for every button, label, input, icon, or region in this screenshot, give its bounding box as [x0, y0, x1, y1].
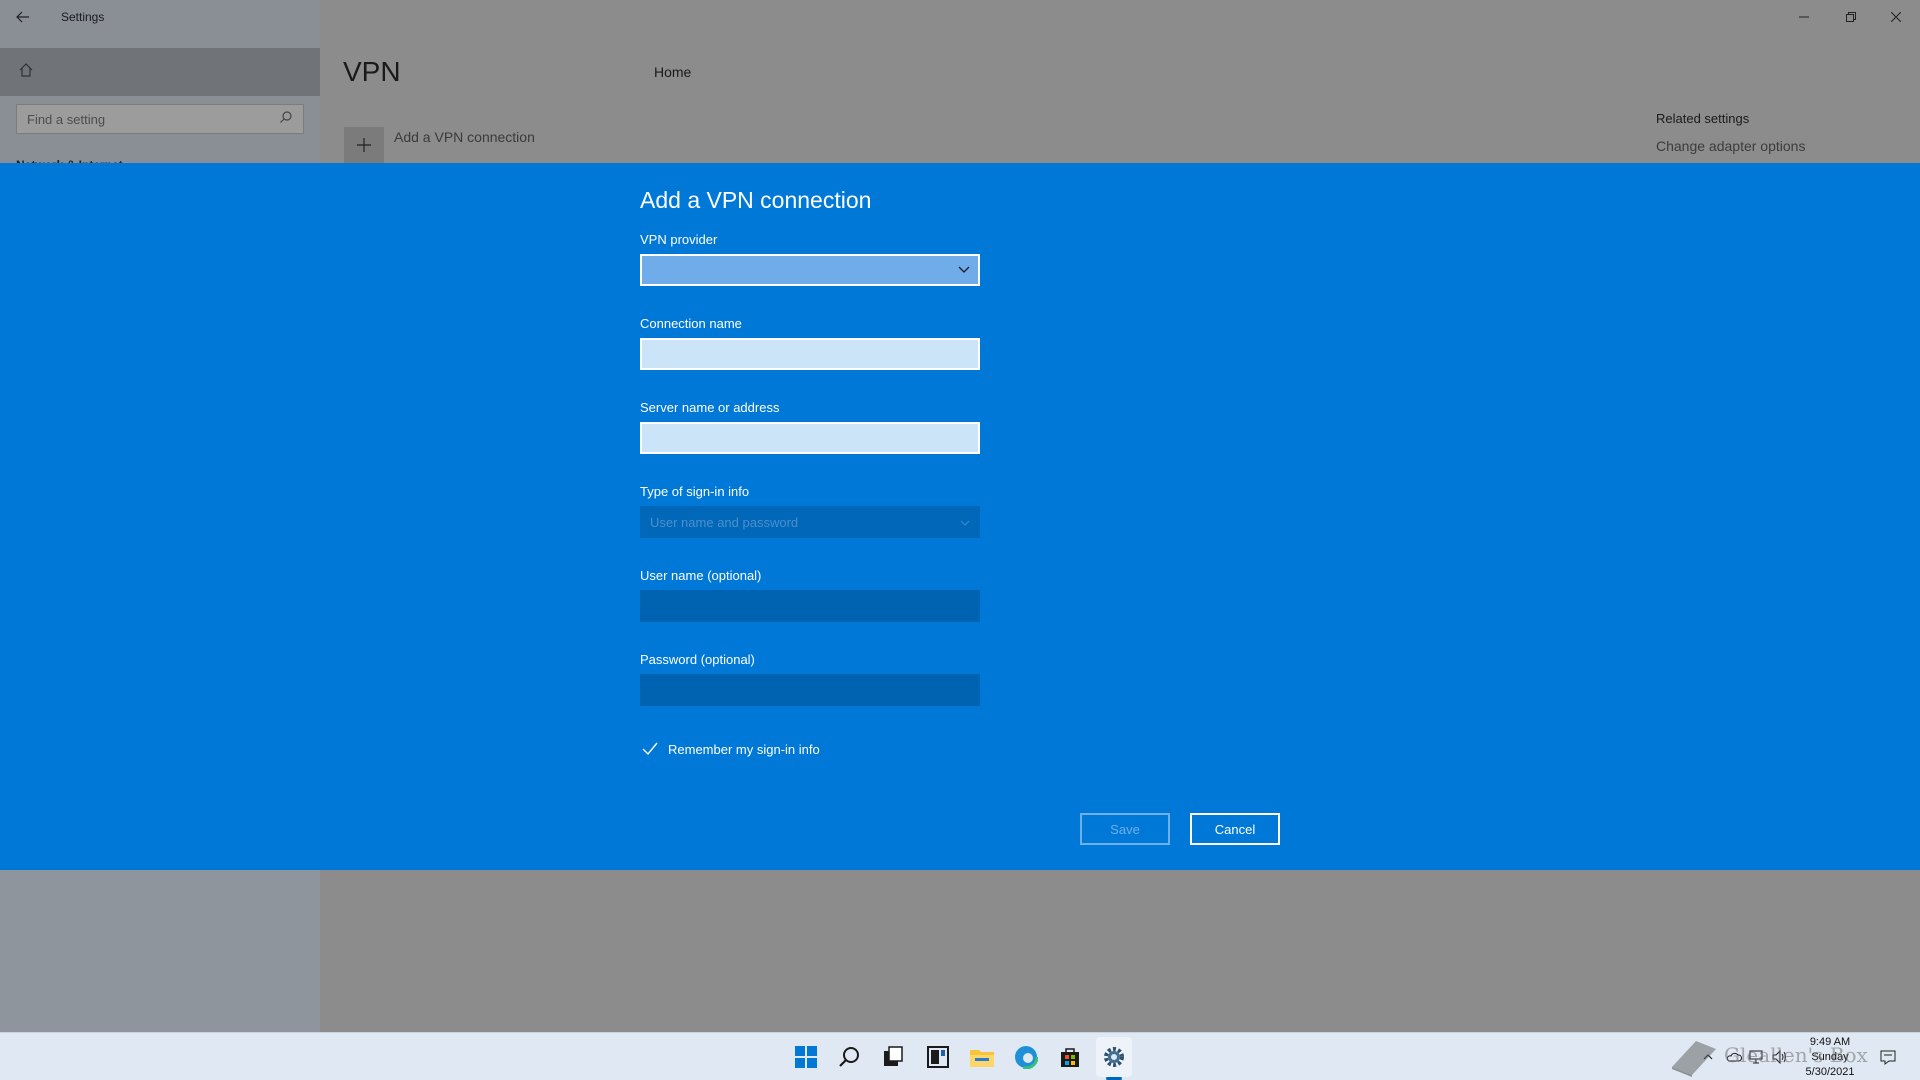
settings-gear-icon[interactable]	[1098, 1041, 1130, 1073]
signin-type-label: Type of sign-in info	[640, 484, 750, 499]
signin-type-dropdown[interactable]: User name and password	[640, 506, 980, 538]
sidebar-lower-area	[0, 870, 320, 1032]
search-icon[interactable]	[834, 1041, 866, 1073]
checkmark-icon	[640, 739, 660, 759]
server-address-label: Server name or address	[640, 400, 780, 415]
username-label: User name (optional)	[640, 568, 762, 583]
restore-button[interactable]	[1840, 6, 1862, 28]
restore-icon	[1846, 12, 1856, 22]
back-arrow-icon	[16, 11, 29, 23]
password-input[interactable]	[640, 674, 980, 706]
close-icon	[1891, 12, 1901, 22]
minimize-button[interactable]	[1793, 6, 1815, 28]
page-title: VPN	[343, 56, 401, 87]
close-button[interactable]	[1885, 6, 1907, 28]
cancel-button[interactable]: Cancel	[1190, 813, 1280, 845]
related-settings-title: Related settings	[1656, 111, 1750, 126]
find-setting-input[interactable]: Find a setting	[16, 104, 304, 134]
plus-icon	[357, 138, 371, 152]
home-icon	[18, 62, 34, 83]
store-icon[interactable]	[1054, 1041, 1086, 1073]
username-input[interactable]	[640, 590, 980, 622]
watermark-text: Gleallen's Box	[1724, 1043, 1868, 1067]
watermark: Gleallen's Box	[1668, 1030, 1918, 1080]
edge-browser-icon[interactable]	[1010, 1041, 1042, 1073]
save-button[interactable]: Save	[1080, 813, 1170, 845]
add-vpn-dialog: Add a VPN connection VPN provider Connec…	[0, 163, 1920, 870]
window-title: Settings	[61, 10, 105, 24]
remember-signin-label: Remember my sign-in info	[668, 741, 820, 757]
dialog-title: Add a VPN connection	[640, 187, 872, 213]
change-adapter-options-link[interactable]: Change adapter options	[1656, 138, 1805, 154]
remember-signin-checkbox[interactable]: Remember my sign-in info	[640, 739, 820, 759]
back-button[interactable]	[12, 6, 34, 28]
add-vpn-label[interactable]: Add a VPN connection	[394, 129, 535, 145]
file-explorer-icon[interactable]	[966, 1041, 998, 1073]
sidebar-home-label: Home	[654, 64, 692, 80]
widgets-icon[interactable]	[922, 1041, 954, 1073]
connection-name-input[interactable]	[640, 338, 980, 370]
chevron-down-icon	[960, 515, 970, 530]
connection-name-label: Connection name	[640, 316, 742, 331]
find-setting-placeholder: Find a setting	[27, 111, 106, 127]
add-vpn-button[interactable]	[344, 127, 384, 163]
sidebar-item-home[interactable]: Home	[0, 48, 691, 96]
book-logo-icon	[1672, 1041, 1716, 1077]
taskbar: 9:49 AM Sunday 5/30/2021	[0, 1032, 1920, 1080]
minimize-icon	[1799, 16, 1809, 18]
signin-type-value: User name and password	[650, 514, 799, 530]
vpn-provider-dropdown[interactable]	[640, 254, 980, 286]
windows-start-icon[interactable]	[790, 1041, 822, 1073]
server-address-input[interactable]	[640, 422, 980, 454]
window-titlebar: Settings	[0, 0, 1920, 33]
search-icon	[279, 110, 293, 129]
vpn-provider-label: VPN provider	[640, 232, 718, 247]
chevron-down-icon	[958, 261, 970, 279]
password-label: Password (optional)	[640, 652, 755, 667]
task-view-icon[interactable]	[877, 1041, 909, 1073]
